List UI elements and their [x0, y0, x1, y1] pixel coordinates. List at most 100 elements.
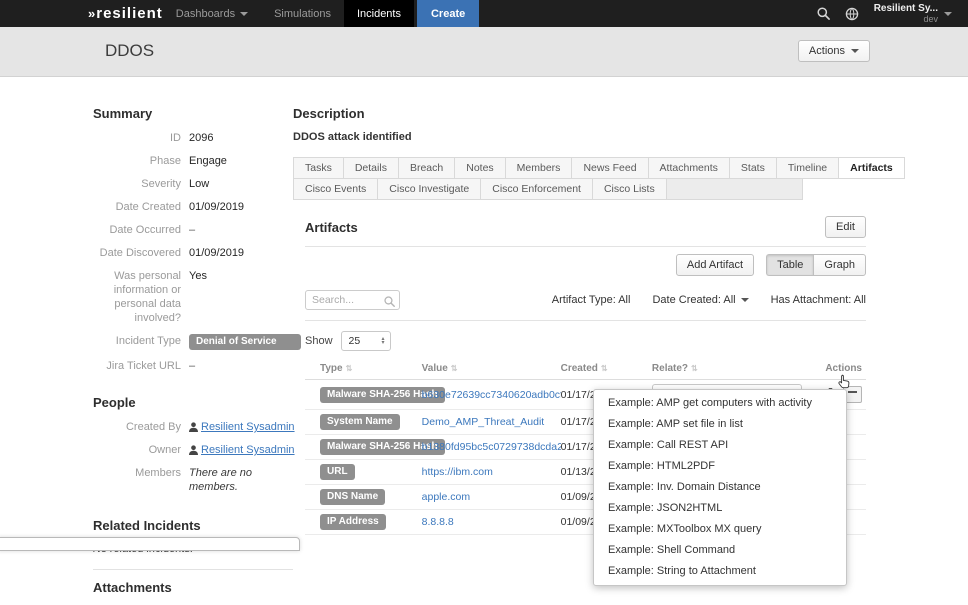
- incident-header: DDOS Actions: [0, 27, 968, 77]
- nav-simulations[interactable]: Simulations: [261, 0, 344, 27]
- column-header-value[interactable]: Value⇅: [422, 359, 561, 380]
- attachments-heading: Attachments: [93, 580, 293, 595]
- field-owner: Owner Resilient Sysadmin: [93, 443, 293, 457]
- owner-link[interactable]: Resilient Sysadmin: [201, 443, 295, 457]
- sort-icon: ⇅: [346, 364, 353, 373]
- tab-timeline[interactable]: Timeline: [776, 157, 839, 179]
- nav-dashboards[interactable]: Dashboards: [163, 0, 261, 27]
- menu-item-inv-domain-distance[interactable]: Example: Inv. Domain Distance: [594, 477, 846, 498]
- tab-artifacts[interactable]: Artifacts: [838, 157, 905, 179]
- view-toggle: Table Graph: [766, 254, 866, 276]
- user-menu[interactable]: Resilient Sy... dev: [874, 4, 952, 24]
- filter-has-attachment[interactable]: Has Attachment: All: [771, 294, 866, 306]
- column-header-created[interactable]: Created⇅: [561, 359, 652, 380]
- tab-attachments[interactable]: Attachments: [648, 157, 730, 179]
- browser-status-tooltip: [0, 537, 300, 551]
- menu-item-amp-get-computers[interactable]: Example: AMP get computers with activity: [594, 393, 846, 414]
- artifact-value-link[interactable]: apple.com: [422, 491, 561, 503]
- tab-tasks[interactable]: Tasks: [293, 157, 344, 179]
- sort-icon: ⇅: [451, 364, 458, 373]
- sort-icon: ⇅: [691, 364, 698, 373]
- chevron-down-icon: [944, 12, 952, 16]
- menu-item-html2pdf[interactable]: Example: HTML2PDF: [594, 456, 846, 477]
- chevron-down-icon: [741, 298, 749, 302]
- tabs-row-1: Tasks Details Breach Notes Members News …: [293, 157, 803, 179]
- page-size-select[interactable]: 25 ▴▾: [341, 331, 391, 351]
- column-header-relate[interactable]: Relate?⇅: [652, 359, 811, 380]
- artifact-type-badge: DNS Name: [320, 489, 385, 505]
- person-icon: [189, 445, 198, 455]
- tab-cisco-investigate[interactable]: Cisco Investigate: [377, 178, 481, 200]
- menu-item-call-rest-api[interactable]: Example: Call REST API: [594, 435, 846, 456]
- artifacts-divider: [305, 246, 866, 247]
- column-header-actions: Actions: [811, 359, 866, 380]
- tab-news-feed[interactable]: News Feed: [571, 157, 648, 179]
- artifact-type-badge: URL: [320, 464, 355, 480]
- filters-divider: [305, 320, 866, 321]
- column-header-type[interactable]: Type⇅: [305, 359, 422, 380]
- field-phase: PhaseEngage: [93, 154, 293, 168]
- sort-icon: ⇅: [601, 364, 608, 373]
- graph-view-button[interactable]: Graph: [813, 254, 866, 276]
- field-incident-type: Incident TypeDenial of Service: [93, 334, 293, 350]
- resilient-logo[interactable]: » resilient: [88, 0, 163, 27]
- tab-breach[interactable]: Breach: [398, 157, 455, 179]
- incident-type-badge: Denial of Service: [189, 334, 301, 350]
- tab-stats[interactable]: Stats: [729, 157, 777, 179]
- table-view-button[interactable]: Table: [766, 254, 813, 276]
- artifact-value-link[interactable]: https://ibm.com: [422, 466, 561, 478]
- description-text: DDOS attack identified: [293, 131, 866, 143]
- tab-details[interactable]: Details: [343, 157, 399, 179]
- add-artifact-button[interactable]: Add Artifact: [676, 254, 754, 276]
- summary-sidebar: Summary ID2096 PhaseEngage SeverityLow D…: [93, 100, 293, 605]
- sidebar-divider: [93, 569, 293, 570]
- filter-artifact-type[interactable]: Artifact Type: All: [552, 294, 631, 306]
- search-icon: [384, 294, 395, 312]
- field-members: Members There are no members.: [93, 466, 293, 494]
- search-icon[interactable]: [817, 7, 830, 20]
- field-date-occurred: Date Occurred–: [93, 223, 293, 237]
- globe-icon[interactable]: [845, 7, 859, 21]
- person-icon: [189, 422, 198, 432]
- actions-button[interactable]: Actions: [798, 40, 870, 62]
- artifact-type-badge: IP Address: [320, 514, 386, 530]
- brand-name: resilient: [96, 5, 163, 22]
- filter-date-created[interactable]: Date Created: All: [652, 294, 748, 306]
- user-env: dev: [923, 14, 938, 24]
- artifact-value-link[interactable]: b630e72639cc7340620adb0cfc2: [422, 389, 561, 401]
- user-name: Resilient Sy...: [874, 4, 938, 14]
- spinner-icon: ▴▾: [382, 337, 385, 345]
- tabs-row-2: Cisco Events Cisco Investigate Cisco Enf…: [293, 179, 803, 200]
- chevron-down-icon: [240, 12, 248, 16]
- summary-heading: Summary: [93, 106, 293, 121]
- nav-incidents[interactable]: Incidents: [344, 0, 414, 27]
- people-heading: People: [93, 395, 293, 410]
- tab-strip-filler: [667, 178, 803, 200]
- tab-members[interactable]: Members: [505, 157, 573, 179]
- related-incidents-heading: Related Incidents: [93, 518, 293, 533]
- field-created-by: Created By Resilient Sysadmin: [93, 420, 293, 434]
- menu-item-mxtoolbox[interactable]: Example: MXToolbox MX query: [594, 519, 846, 540]
- incident-tabs: Tasks Details Breach Notes Members News …: [293, 157, 803, 200]
- created-by-link[interactable]: Resilient Sysadmin: [201, 420, 295, 434]
- menu-item-amp-set-file[interactable]: Example: AMP set file in list: [594, 414, 846, 435]
- field-date-discovered: Date Discovered01/09/2019: [93, 246, 293, 260]
- top-nav: » resilient Dashboards Simulations Incid…: [0, 0, 968, 27]
- menu-item-string-to-attachment[interactable]: Example: String to Attachment: [594, 561, 846, 582]
- menu-item-json2html[interactable]: Example: JSON2HTML: [594, 498, 846, 519]
- tab-cisco-lists[interactable]: Cisco Lists: [592, 178, 667, 200]
- field-severity: SeverityLow: [93, 177, 293, 191]
- menu-item-shell-command[interactable]: Example: Shell Command: [594, 540, 846, 561]
- create-button[interactable]: Create: [417, 0, 479, 27]
- page-title: DDOS: [105, 41, 154, 61]
- tab-notes[interactable]: Notes: [454, 157, 505, 179]
- tab-cisco-events[interactable]: Cisco Events: [293, 178, 378, 200]
- artifact-value-link[interactable]: 8.8.8.8: [422, 516, 561, 528]
- field-id: ID2096: [93, 131, 293, 145]
- artifact-value-link[interactable]: b1380fd95bc5c0729738dcda269: [422, 441, 561, 453]
- artifact-value-link[interactable]: Demo_AMP_Threat_Audit: [422, 416, 561, 428]
- chevron-down-icon: [851, 49, 859, 53]
- edit-button[interactable]: Edit: [825, 216, 866, 238]
- field-personal-data: Was personal information or personal dat…: [93, 269, 293, 325]
- tab-cisco-enforcement[interactable]: Cisco Enforcement: [480, 178, 593, 200]
